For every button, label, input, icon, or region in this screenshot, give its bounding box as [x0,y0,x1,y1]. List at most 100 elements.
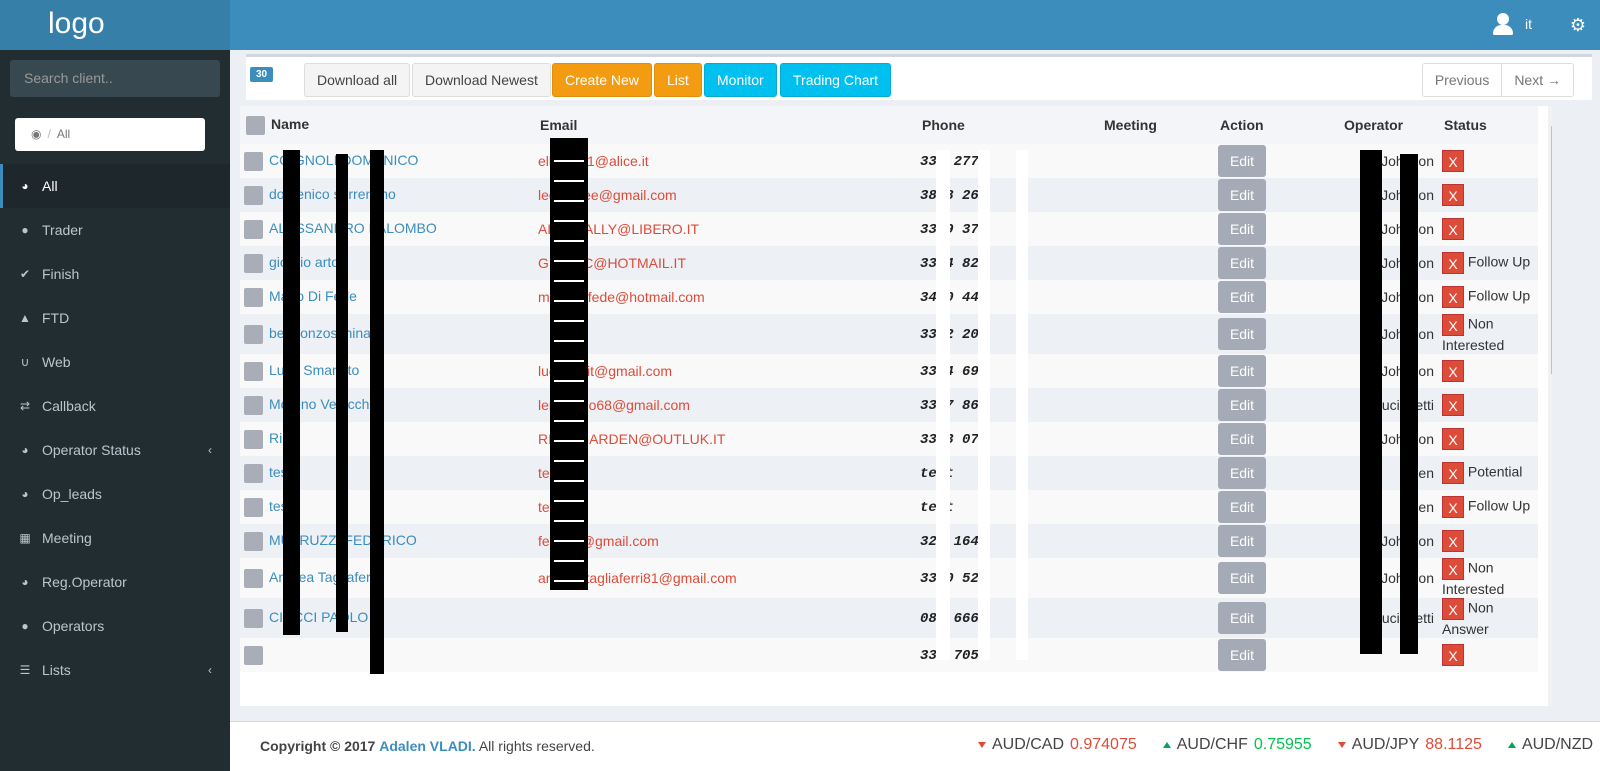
table-row[interactable]: RiRITASGARDEN@OUTLUK.IT3333 075EditnkJoh… [240,422,1538,456]
gears-icon[interactable]: ⚙ [1570,16,1586,34]
table-row[interactable]: testtesttestEditalenX Potential [240,456,1538,490]
user-menu[interactable]: it [1491,12,1532,36]
row-checkbox[interactable] [244,151,263,171]
table-row[interactable]: bestronzoschina3332 202EditnkJohnsonX No… [240,314,1538,354]
list-button[interactable]: List [654,63,702,97]
sidebar-item-callback[interactable]: ⇄ Callback [0,384,230,428]
next-button[interactable]: Next → [1501,64,1573,96]
edit-button[interactable]: Edit [1218,145,1266,177]
operator-cell: lucianetti [1338,388,1438,422]
table-row[interactable]: MUTRUZZI FEDERICOfedasfr@gmail.com329 16… [240,524,1538,558]
row-checkbox[interactable] [244,185,263,205]
edit-button[interactable]: Edit [1218,318,1266,350]
edit-button[interactable]: Edit [1218,562,1266,594]
edit-button[interactable]: Edit [1218,389,1266,421]
row-checkbox[interactable] [244,324,263,344]
delete-button[interactable]: X [1442,394,1464,416]
scroll-down-icon[interactable]: ▼ [1551,690,1552,699]
table-row[interactable]: ALESSANDRO PALOMBO ALEREALLY@LIBERO.IT 334… [240,212,1538,246]
edit-button[interactable]: Edit [1218,213,1266,245]
table-row[interactable]: domenico sorrentino legsafiree@gmail.com 3… [240,178,1538,212]
sidebar-item-meeting[interactable]: ▦ Meeting [0,516,230,560]
table-row[interactable]: CO GNOLI DOMENICOellamari1@alice.it335 2… [240,144,1538,178]
status-header[interactable]: Status [1438,106,1538,144]
row-checkbox[interactable] [244,463,263,483]
create-new-button[interactable]: Create New [552,63,652,97]
scrollbar-thumb[interactable] [1551,126,1552,374]
previous-button[interactable]: Previous [1422,64,1502,96]
select-all-checkbox[interactable] [246,115,265,135]
row-checkbox[interactable] [244,568,263,588]
sidebar-item-ftd[interactable]: ▲ FTD [0,296,230,340]
trading-chart-button[interactable]: Trading Chart [780,63,892,97]
edit-button[interactable]: Edit [1218,281,1266,313]
row-checkbox[interactable] [244,645,263,665]
sidebar-item-all[interactable]: ◕ All [0,164,230,208]
client-name-link[interactable]: giorgio arto [269,254,339,270]
table-row[interactable]: 338 705 Edit X [240,638,1538,672]
delete-button[interactable]: X [1442,428,1464,450]
monitor-button[interactable]: Monitor [704,63,777,97]
scroll-up-icon[interactable]: ▲ [1551,108,1552,117]
table-row[interactable]: CIUCCI PAOLO087 666EditlucianettiX Non A… [240,598,1538,638]
delete-button[interactable]: X [1442,496,1464,518]
table-row[interactable]: Luca Smanuto luca007it@gmail.com 3334 696 E… [240,354,1538,388]
table-scrollbar[interactable]: ▲ ▼ [1548,106,1552,706]
brand-link[interactable]: Adalen VLADI. [379,738,475,754]
delete-button[interactable]: X [1442,558,1464,580]
edit-button[interactable]: Edit [1218,491,1266,523]
table-row[interactable]: Moreno Venicchi lemoreno68@gmail.com 3397 … [240,388,1538,422]
edit-button[interactable]: Edit [1218,639,1266,671]
edit-button[interactable]: Edit [1218,525,1266,557]
search-client-input[interactable]: Search client.. [10,60,220,97]
operator-header[interactable]: Operator [1338,106,1438,144]
delete-button[interactable]: X [1442,150,1464,172]
table-row[interactable]: giorgio arto GIOLMC@HOTMAIL.IT 3394 824 Edi… [240,246,1538,280]
sidebar-item-operators[interactable]: ● Operators [0,604,230,648]
download-newest-button[interactable]: Download Newest [412,63,551,97]
logo[interactable]: logo [0,0,230,50]
name-header[interactable]: Name [240,106,534,144]
delete-button[interactable]: X [1442,252,1464,274]
delete-button[interactable]: X [1442,644,1464,666]
sidebar-item-operator-status[interactable]: ◕ Operator Status ‹ [0,428,230,472]
download-all-button[interactable]: Download all [304,63,411,97]
meeting-cell [1098,558,1214,598]
sidebar-item-trader[interactable]: ● Trader [0,208,230,252]
row-checkbox[interactable] [244,429,263,449]
edit-button[interactable]: Edit [1218,355,1266,387]
table-row[interactable]: Mario Di Fede marcodifede@hotmail.com 3400… [240,280,1538,314]
sidebar-item-lists[interactable]: ☰ Lists ‹ [0,648,230,692]
delete-button[interactable]: X [1442,360,1464,382]
phone-header[interactable]: Phone [916,106,1098,144]
edit-button[interactable]: Edit [1218,602,1266,634]
delete-button[interactable]: X [1442,598,1464,620]
edit-button[interactable]: Edit [1218,179,1266,211]
delete-button[interactable]: X [1442,314,1464,336]
delete-button[interactable]: X [1442,184,1464,206]
row-checkbox[interactable] [244,497,263,517]
table-row[interactable]: Andrea Tagliaferri andrea.tagliaferri81@g… [240,558,1538,598]
delete-button[interactable]: X [1442,286,1464,308]
client-name-link[interactable]: Ri [269,430,282,446]
row-checkbox[interactable] [244,253,263,273]
row-checkbox[interactable] [244,219,263,239]
sidebar-item-reg-operator[interactable]: ◕ Reg.Operator [0,560,230,604]
table-row[interactable]: testtest123testEditalenX Follow Up [240,490,1538,524]
delete-button[interactable]: X [1442,218,1464,240]
edit-button[interactable]: Edit [1218,423,1266,455]
edit-button[interactable]: Edit [1218,247,1266,279]
meeting-header[interactable]: Meeting [1098,106,1214,144]
edit-button[interactable]: Edit [1218,457,1266,489]
row-checkbox[interactable] [244,287,263,307]
delete-button[interactable]: X [1442,462,1464,484]
delete-button[interactable]: X [1442,530,1464,552]
sidebar-item-web[interactable]: ∪ Web [0,340,230,384]
email-header[interactable]: Email [534,106,916,144]
row-checkbox[interactable] [244,608,263,628]
row-checkbox[interactable] [244,531,263,551]
row-checkbox[interactable] [244,361,263,381]
sidebar-item-finish[interactable]: ✔ Finish [0,252,230,296]
sidebar-item-op-leads[interactable]: ◕ Op_leads [0,472,230,516]
row-checkbox[interactable] [244,395,263,415]
